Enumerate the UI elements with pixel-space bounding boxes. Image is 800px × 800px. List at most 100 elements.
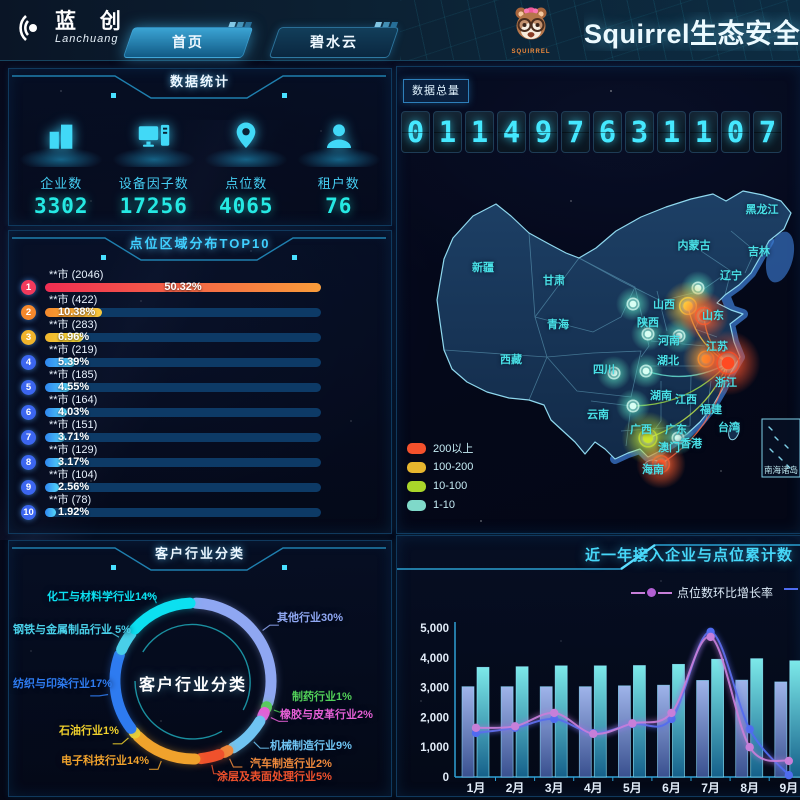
rank-badge: 5 [21, 380, 36, 395]
bar-enterprise[interactable] [618, 686, 630, 777]
line-purple-marker[interactable] [550, 709, 558, 717]
bar-value-label: 1.92% [58, 506, 89, 519]
bar-track: 50.32% [45, 283, 321, 292]
y-axis-tick: 5,000 [420, 623, 449, 635]
top10-bar-list: **市 (2046)150.32%**市 (422)210.38%**市 (28… [9, 265, 391, 519]
donut-slice[interactable] [225, 751, 228, 753]
panel-map: 数据总量 011497631107 [396, 66, 800, 534]
bar-track: 2.56% [45, 483, 321, 492]
top10-row: **市 (283)36.96% [21, 319, 379, 344]
donut-connector [113, 738, 129, 744]
svg-text:南海诸岛: 南海诸岛 [764, 465, 798, 475]
mascot-label: SQUIRREL [505, 49, 557, 55]
bar-value-label: 3.17% [58, 456, 89, 469]
line-purple-marker[interactable] [785, 757, 793, 765]
top10-row-label: **市 (185) [49, 369, 379, 382]
panel-header: 数据统计 [9, 69, 391, 103]
x-axis-label: 8月 [740, 781, 759, 795]
panel-industry-donut: 客户行业分类 客户行业分类 其他行业30%制药行业1%橡胶与皮革行业2%机械制造… [8, 540, 392, 797]
donut-connector [230, 759, 243, 767]
map-legend-item[interactable]: 1-10 [407, 496, 473, 514]
top10-row: **市 (219)45.39% [21, 344, 379, 369]
line-purple-marker[interactable] [628, 719, 636, 727]
map-legend-item[interactable]: 200以上 [407, 439, 473, 457]
top10-row-label: **市 (151) [49, 419, 379, 432]
legend-label: 100-200 [433, 461, 473, 473]
line-blue-marker[interactable] [785, 771, 793, 779]
south-sea-inset: 南海诸岛 [762, 419, 800, 477]
province-label: 山东 [702, 308, 724, 322]
province-label: 西藏 [500, 352, 522, 366]
bar-track: 3.17% [45, 458, 321, 467]
bar-track: 1.92% [45, 508, 321, 517]
x-axis-label: 4月 [584, 781, 603, 795]
x-axis-label: 2月 [506, 781, 525, 795]
province-label: 辽宁 [720, 268, 742, 282]
bar-enterprise[interactable] [658, 685, 670, 777]
top10-row-bar: 83.17% [21, 457, 379, 468]
donut-slice-label: 钢铁与金属制品行业 5% [13, 621, 131, 637]
top10-row-bar: 64.03% [21, 407, 379, 418]
province-label: 江西 [675, 392, 697, 406]
stat-enterprises: 企业数 3302 [15, 105, 107, 218]
top10-row-label: **市 (2046) [49, 269, 379, 282]
top10-row-bar: 36.96% [21, 332, 379, 343]
top10-row: **市 (164)64.03% [21, 394, 379, 419]
bar-value-label: 2.56% [58, 481, 89, 494]
panel-title: 客户行业分类 [9, 541, 391, 567]
province-label: 香港 [679, 436, 703, 450]
x-axis-label: 5月 [623, 781, 642, 795]
bar-value-label: 4.03% [58, 406, 89, 419]
heat-spot-core [722, 357, 735, 370]
line-purple-marker[interactable] [746, 743, 754, 751]
app-logo: 蓝 创 Lanchuang [12, 8, 130, 48]
bar-point[interactable] [477, 667, 489, 777]
top10-row: **市 (151)73.71% [21, 419, 379, 444]
bar-value-label: 3.71% [58, 431, 89, 444]
stat-points: 点位数 4065 [200, 105, 292, 218]
province-label: 江苏 [706, 339, 728, 353]
line-blue-marker[interactable] [746, 725, 754, 733]
donut-slice-label: 涂层及表面处理行业5% [217, 768, 332, 784]
bar-enterprise[interactable] [697, 680, 709, 777]
map-legend-item[interactable]: 10-100 [407, 477, 473, 495]
top10-row-bar: 210.38% [21, 307, 379, 318]
counter-digit: 1 [465, 111, 494, 153]
stat-label: 租户数 [293, 173, 385, 192]
province-label: 陕西 [637, 315, 659, 329]
top10-row: **市 (78)101.92% [21, 494, 379, 519]
top10-row-label: **市 (219) [49, 344, 379, 357]
bar-enterprise[interactable] [501, 687, 513, 777]
donut-slice-label: 纺织与印染行业17% [13, 675, 112, 691]
bar-point[interactable] [594, 666, 606, 777]
line-purple-marker[interactable] [667, 709, 675, 717]
bar-enterprise[interactable] [540, 687, 552, 777]
province-label: 广西 [630, 422, 652, 436]
app-header: 蓝 创 Lanchuang 首页 碧水云 [0, 0, 800, 61]
map-legend-item[interactable]: 100-200 [407, 458, 473, 476]
line-purple-marker[interactable] [511, 722, 519, 730]
bar-point[interactable] [712, 659, 724, 777]
donut-slice-label: 橡胶与皮革行业2% [280, 706, 373, 722]
bar-value-label: 10.38% [58, 306, 95, 319]
x-axis-label: 3月 [545, 781, 564, 795]
province-label: 澳门 [658, 440, 680, 454]
line-purple-marker[interactable] [472, 724, 480, 732]
heat-spot-core [645, 331, 652, 338]
bar-track: 10.38% [45, 308, 321, 317]
y-axis-tick: 4,000 [420, 653, 449, 665]
tab-bishuiyun[interactable]: 碧水云 [269, 27, 400, 58]
province-label: 四川 [593, 363, 615, 376]
tab-corner-decor [374, 22, 398, 27]
nav-tabs: 首页 碧水云 [128, 27, 394, 58]
line-purple-marker[interactable] [706, 633, 714, 641]
bar-point[interactable] [751, 659, 763, 777]
province-label: 广东 [665, 422, 687, 436]
tab-home[interactable]: 首页 [123, 27, 254, 58]
province-label: 吉林 [748, 244, 770, 258]
donut-slice[interactable] [201, 755, 219, 759]
line-purple-marker[interactable] [589, 730, 597, 738]
legend-swatch [407, 462, 426, 473]
top10-row: **市 (2046)150.32% [21, 269, 379, 294]
donut-slice[interactable] [263, 713, 265, 716]
